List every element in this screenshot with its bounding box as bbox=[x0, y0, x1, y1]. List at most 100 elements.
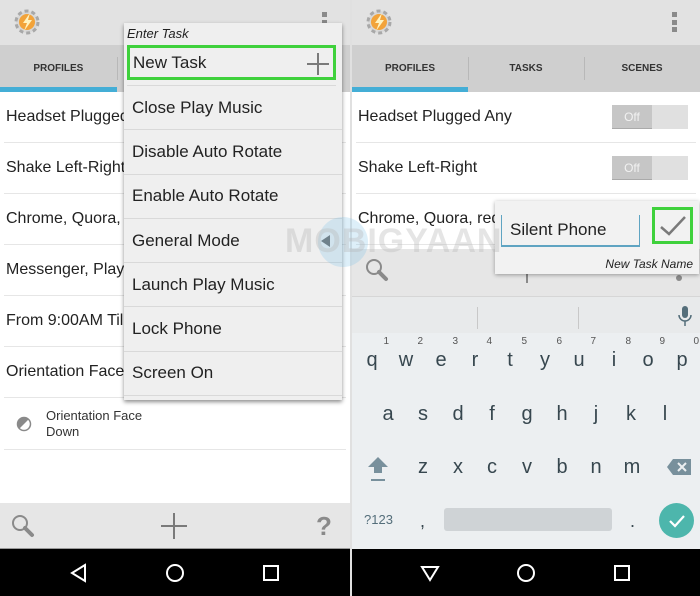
menu-item-label: Launch Play Music bbox=[132, 274, 275, 294]
watermark-text: MOBIGYAAN bbox=[285, 222, 503, 260]
key-a[interactable]: a bbox=[373, 403, 403, 426]
comma-key[interactable]: , bbox=[420, 511, 425, 532]
menu-item-label: Disable Auto Rotate bbox=[132, 141, 283, 161]
menu-item-label: General Mode bbox=[132, 230, 240, 250]
back-button[interactable] bbox=[66, 560, 92, 586]
tasker-logo-icon bbox=[14, 9, 40, 35]
key-r[interactable]: r4 bbox=[460, 336, 492, 372]
menu-item-label: Screen On bbox=[132, 363, 214, 383]
back-button[interactable] bbox=[417, 560, 443, 586]
left-screen: PROFILES TASKS SCENES Headset Plugged An… bbox=[0, 0, 350, 596]
recents-button[interactable] bbox=[609, 560, 635, 586]
menu-item-label: Enable Auto Rotate bbox=[132, 186, 279, 206]
key-c[interactable]: c bbox=[477, 456, 507, 479]
tab-tasks[interactable]: TASKS bbox=[468, 45, 584, 92]
key-k[interactable]: k bbox=[616, 403, 646, 426]
microphone-icon[interactable] bbox=[677, 305, 693, 327]
key-w[interactable]: w2 bbox=[391, 336, 423, 372]
help-icon[interactable] bbox=[676, 275, 682, 281]
key-n[interactable]: n bbox=[581, 456, 611, 479]
plus-icon bbox=[307, 53, 329, 75]
profile-row[interactable]: Headset Plugged Any Off bbox=[356, 92, 696, 143]
key-f[interactable]: f bbox=[477, 403, 507, 426]
menu-item[interactable]: Close Play Music bbox=[124, 86, 342, 131]
profile-label: Orientation Face bbox=[6, 363, 125, 380]
profile-row[interactable]: Shake Left-Right Off bbox=[356, 143, 696, 194]
tab-bar: PROFILES TASKS SCENES bbox=[352, 45, 700, 92]
profile-toggle[interactable]: Off bbox=[612, 105, 688, 129]
search-icon[interactable] bbox=[10, 513, 36, 539]
key-e[interactable]: e3 bbox=[426, 336, 458, 372]
period-key[interactable]: . bbox=[630, 511, 635, 532]
menu-item[interactable]: Lock Phone bbox=[124, 307, 342, 352]
key-i[interactable]: i8 bbox=[599, 336, 631, 372]
profile-toggle[interactable]: Off bbox=[612, 156, 688, 180]
action-bar bbox=[352, 0, 700, 45]
key-j[interactable]: j bbox=[581, 403, 611, 426]
symbols-key[interactable]: ?123 bbox=[364, 512, 393, 527]
bottom-toolbar: ? bbox=[0, 503, 350, 549]
tab-profiles[interactable]: PROFILES bbox=[352, 45, 468, 92]
menu-item-label: Close Play Music bbox=[132, 97, 263, 117]
new-task-name-dialog: New Task Name bbox=[495, 201, 699, 274]
suggestion-strip bbox=[352, 296, 700, 333]
new-task-item[interactable]: New Task bbox=[127, 45, 336, 80]
system-nav-bar bbox=[352, 549, 700, 596]
spacebar[interactable] bbox=[444, 508, 612, 531]
menu-item[interactable]: Enable Auto Rotate bbox=[124, 175, 342, 219]
suggestion-divider bbox=[477, 307, 478, 329]
menu-item[interactable]: Launch Play Music bbox=[124, 263, 342, 308]
key-x[interactable]: x bbox=[443, 456, 473, 479]
back-triangle-icon bbox=[70, 562, 86, 583]
tab-scenes[interactable]: SCENES bbox=[584, 45, 700, 92]
task-name-input[interactable] bbox=[501, 215, 640, 247]
tab-profiles[interactable]: PROFILES bbox=[0, 45, 117, 92]
dialog-label: New Task Name bbox=[605, 257, 693, 271]
help-icon[interactable]: ? bbox=[316, 511, 332, 542]
profile-label: Headset Plugged Any bbox=[358, 108, 512, 125]
backspace-icon[interactable] bbox=[666, 458, 692, 476]
menu-item-label: Lock Phone bbox=[132, 319, 222, 339]
add-icon[interactable] bbox=[161, 513, 187, 539]
key-p[interactable]: p0 bbox=[667, 336, 699, 372]
toggle-state: Off bbox=[612, 105, 652, 129]
hide-keyboard-icon bbox=[420, 565, 440, 582]
toggle-state: Off bbox=[612, 156, 652, 180]
checkmark-icon bbox=[659, 215, 686, 236]
key-q[interactable]: q1 bbox=[357, 336, 389, 372]
key-h[interactable]: h bbox=[547, 403, 577, 426]
key-m[interactable]: m bbox=[617, 456, 647, 479]
right-screen: PROFILES TASKS SCENES Headset Plugged An… bbox=[350, 0, 700, 596]
confirm-button[interactable] bbox=[652, 207, 693, 244]
key-t[interactable]: t5 bbox=[495, 336, 527, 372]
key-s[interactable]: s bbox=[408, 403, 438, 426]
check-icon bbox=[668, 514, 685, 528]
enter-key[interactable] bbox=[659, 503, 694, 538]
home-button[interactable] bbox=[162, 560, 188, 586]
suggestion-divider bbox=[578, 307, 579, 329]
shift-icon[interactable] bbox=[366, 455, 390, 483]
key-d[interactable]: d bbox=[443, 403, 473, 426]
recents-square-icon bbox=[614, 564, 630, 581]
key-z[interactable]: z bbox=[408, 456, 438, 479]
context-row[interactable]: Orientation Face Down bbox=[4, 398, 346, 450]
recents-button[interactable] bbox=[258, 560, 284, 586]
profile-label: Shake Left-Right bbox=[358, 159, 478, 176]
menu-item[interactable]: Screen On bbox=[124, 352, 342, 397]
new-task-label: New Task bbox=[133, 52, 207, 72]
key-g[interactable]: g bbox=[512, 403, 542, 426]
profile-label: Messenger, Play bbox=[6, 261, 125, 278]
key-b[interactable]: b bbox=[547, 456, 577, 479]
key-v[interactable]: v bbox=[512, 456, 542, 479]
home-circle-icon bbox=[166, 563, 184, 582]
key-u[interactable]: u7 bbox=[564, 336, 596, 372]
profile-label: Shake Left-Right bbox=[6, 159, 126, 176]
overflow-menu-icon[interactable] bbox=[672, 12, 678, 32]
menu-item[interactable]: Disable Auto Rotate bbox=[124, 130, 342, 175]
key-l[interactable]: l bbox=[650, 403, 680, 426]
half-circle-icon bbox=[16, 416, 32, 431]
key-y[interactable]: y6 bbox=[530, 336, 562, 372]
context-label: Orientation Face Down bbox=[46, 407, 143, 439]
key-o[interactable]: o9 bbox=[633, 336, 665, 372]
home-button[interactable] bbox=[513, 560, 539, 586]
